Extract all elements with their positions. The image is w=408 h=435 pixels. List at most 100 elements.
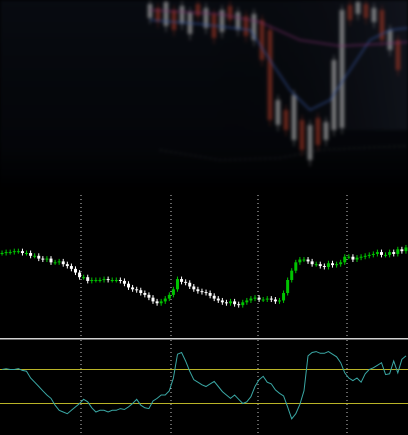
bear-candle xyxy=(49,258,53,263)
bear-candle xyxy=(78,272,82,278)
bull-candle xyxy=(167,294,171,299)
bear-candle xyxy=(20,251,24,254)
oscillator-subwindow xyxy=(0,338,408,435)
bear-candle xyxy=(37,255,41,259)
bull-candle xyxy=(102,279,106,281)
price-candles xyxy=(0,244,408,308)
bear-candle xyxy=(147,294,151,298)
bull-candle xyxy=(277,300,281,302)
bull-candle xyxy=(286,279,290,294)
bear-candle xyxy=(237,304,241,306)
bear-candle xyxy=(322,266,326,268)
bull-candle xyxy=(371,253,375,255)
bull-candle xyxy=(326,263,330,267)
bull-candle xyxy=(343,256,347,263)
bear-candle xyxy=(224,302,228,304)
bear-candle xyxy=(122,280,126,284)
period-separator-lines xyxy=(80,340,348,435)
bear-candle xyxy=(204,292,208,294)
bull-candle xyxy=(12,251,16,253)
bear-candle xyxy=(351,256,355,260)
bear-candle xyxy=(200,291,204,293)
background-candlestick-image xyxy=(0,0,408,195)
bear-candle xyxy=(65,264,69,267)
bull-candle xyxy=(0,253,4,255)
bull-candle xyxy=(175,279,179,290)
bear-candle xyxy=(318,264,322,267)
bear-candle xyxy=(135,289,139,291)
bear-candle xyxy=(106,279,110,281)
bull-candle xyxy=(302,259,306,261)
bear-candle xyxy=(188,282,192,287)
bull-candle xyxy=(245,300,249,303)
bear-candle xyxy=(131,287,135,290)
price-candlestick-chart xyxy=(0,195,408,338)
bear-candle xyxy=(257,297,261,300)
bull-candle xyxy=(339,262,343,265)
bear-candle xyxy=(208,293,212,296)
bear-candle xyxy=(273,299,277,302)
bear-candle xyxy=(61,261,65,265)
bear-candle xyxy=(180,279,184,282)
bull-candle xyxy=(94,279,98,281)
bear-candle xyxy=(73,268,77,273)
bear-candle xyxy=(306,259,310,262)
bull-candle xyxy=(290,270,294,280)
bear-candle xyxy=(143,293,147,295)
bull-candle xyxy=(110,279,114,281)
bull-candle xyxy=(114,279,118,281)
bear-candle xyxy=(400,249,404,252)
bull-candle xyxy=(241,302,245,306)
bull-candle xyxy=(375,252,379,254)
bear-candle xyxy=(212,295,216,299)
bull-candle xyxy=(25,253,29,255)
bear-candle xyxy=(192,286,196,290)
oscillator-line xyxy=(1,351,407,420)
bull-candle xyxy=(396,249,400,254)
bull-candle xyxy=(163,298,167,302)
bear-candle xyxy=(310,261,314,265)
bear-candle xyxy=(233,301,237,305)
bull-candle xyxy=(388,252,392,255)
chart-window xyxy=(0,0,408,435)
bull-candle xyxy=(8,252,12,254)
bear-candle xyxy=(69,266,73,269)
bull-candle xyxy=(45,258,49,260)
bull-candle xyxy=(253,297,257,299)
bear-candle xyxy=(379,252,383,255)
bull-candle xyxy=(367,254,371,256)
period-separator-lines xyxy=(80,195,348,338)
bull-candle xyxy=(359,256,363,258)
bull-candle xyxy=(347,256,351,258)
bull-candle xyxy=(57,261,61,263)
bull-candle xyxy=(265,298,269,300)
bear-candle xyxy=(216,298,220,301)
bull-candle xyxy=(98,279,102,281)
bear-candle xyxy=(127,283,131,288)
bull-candle xyxy=(363,255,367,257)
bull-candle xyxy=(229,301,233,304)
bear-candle xyxy=(392,252,396,254)
bear-candle xyxy=(155,301,159,304)
bear-candle xyxy=(269,298,273,300)
bear-candle xyxy=(86,277,90,281)
bull-candle xyxy=(249,298,253,301)
bull-candle xyxy=(90,279,94,281)
bear-candle xyxy=(196,289,200,292)
bull-candle xyxy=(282,293,286,301)
bear-candle xyxy=(29,253,33,256)
bull-candle xyxy=(298,259,302,263)
bull-candle xyxy=(53,262,57,264)
bull-candle xyxy=(171,289,175,295)
bear-candle xyxy=(151,297,155,302)
bull-candle xyxy=(384,254,388,256)
bull-candle xyxy=(16,251,20,253)
bull-candle xyxy=(335,264,339,266)
bear-candle xyxy=(331,263,335,266)
bull-candle xyxy=(159,301,163,304)
bull-candle xyxy=(355,257,359,260)
bull-candle xyxy=(294,262,298,271)
bull-candle xyxy=(33,255,37,257)
bull-candle xyxy=(261,299,265,301)
bear-candle xyxy=(118,279,122,281)
